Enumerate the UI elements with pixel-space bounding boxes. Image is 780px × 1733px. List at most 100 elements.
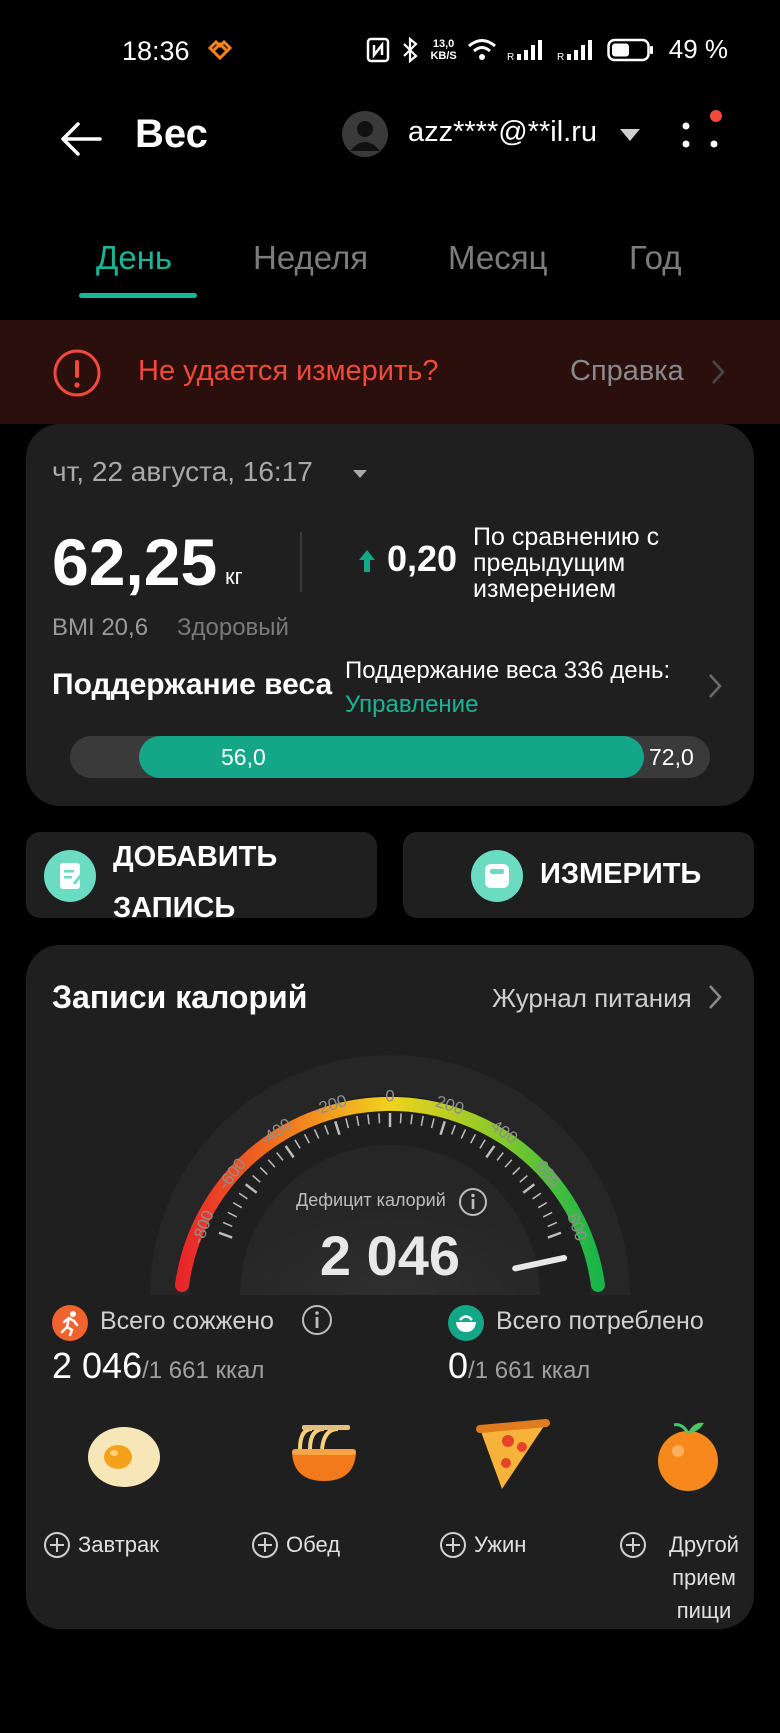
meal-other[interactable]: Другой прием пищи [620,1415,754,1623]
add-lunch[interactable]: Обед [252,1528,340,1561]
caret-down-icon[interactable] [352,469,368,479]
gauge-tick [532,1192,542,1200]
gauge-tick [267,1159,276,1168]
arrow-up-icon [359,550,375,572]
tab-day[interactable]: День [96,239,172,277]
meal-breakfast[interactable]: Завтрак [44,1415,224,1615]
gauge-tick [276,1152,284,1161]
weight-unit: кг [225,564,243,589]
calories-title: Записи калорий [52,979,308,1015]
compare-text: По сравнению с предыдущим измерением [473,523,660,603]
gauge-tick [496,1152,504,1161]
more-menu-icon[interactable] [676,106,726,156]
battery-percent: 49 % [668,34,728,64]
back-arrow-icon[interactable] [56,114,106,164]
svg-text:R: R [557,52,564,62]
net-speed-value: 13,0 [432,37,455,50]
bmi-status: Здоровый [177,614,289,641]
gauge-tick [244,1183,258,1194]
gauge-tick [252,1175,261,1183]
add-other-meal[interactable]: Другой прием пищи [620,1528,754,1627]
tab-underline [79,293,197,298]
gauge-tick [232,1201,243,1209]
plus-icon [440,1532,466,1558]
burned-target: /1 661 ккал [142,1357,265,1384]
tab-week[interactable]: Неделя [253,239,368,277]
meal-label: Завтрак [78,1532,159,1557]
gauge-tick [259,1166,268,1175]
plus-icon [44,1532,70,1558]
measure-button[interactable]: ИЗМЕРИТЬ [403,832,754,918]
weight-value: 62,25 [52,525,218,599]
measure-label: ИЗМЕРИТЬ [540,858,702,890]
consumed-label: Всего потреблено [496,1307,704,1335]
status-time: 18:36 [122,36,190,66]
deficit-value: 2 046 [319,1224,461,1287]
chevron-right-icon [712,360,725,384]
add-dinner[interactable]: Ужин [440,1528,526,1561]
measurement-date[interactable]: чт, 22 августа, 16:17 [52,456,313,488]
bluetooth-icon [403,36,419,63]
add-record-label: ДОБАВИТЬ ЗАПИСЬ [113,841,278,924]
net-speed: 13,0 KB/S [430,38,456,62]
goal-title: Поддержание веса [52,668,333,701]
info-icon[interactable] [458,1187,488,1217]
caret-down-icon[interactable] [619,128,641,142]
note-icon [44,850,96,902]
weight-delta: 0,20 [387,538,458,579]
consumed-target: /1 661 ккал [468,1357,591,1384]
gauge-tick [345,1118,350,1129]
add-breakfast[interactable]: Завтрак [44,1528,159,1561]
help-link[interactable]: Справка [570,355,684,388]
scale-icon [471,850,523,902]
gauge-tick [522,1183,536,1194]
gauge-tick [420,1115,424,1127]
gauge-label: 0 [385,1086,394,1105]
net-speed-unit: KB/S [430,49,457,62]
banner-text: Не удается измерить? [138,355,439,387]
gauge-tick [485,1145,496,1159]
gauge-tick [430,1118,435,1129]
food-journal-link[interactable]: Журнал питания [492,983,692,1014]
meal-dinner[interactable]: Ужин [440,1415,620,1615]
avatar[interactable] [342,111,388,157]
tab-month[interactable]: Месяц [448,239,547,277]
measure-warning-banner[interactable]: Не удается измерить? Справка [0,320,780,424]
gauge-tick [227,1211,238,1218]
gauge-tick [238,1192,248,1200]
meal-label: Другой прием пищи [669,1532,739,1623]
gauge-tick [450,1124,456,1135]
running-icon [52,1305,88,1341]
tab-year[interactable]: Год [629,239,682,277]
chevron-right-icon[interactable] [707,983,723,1011]
gauge-tick [537,1201,548,1209]
page-title: Вес [135,112,208,156]
meal-lunch[interactable]: Обед [252,1415,432,1615]
period-tabs: День Неделя Месяц Год [0,235,780,305]
user-icon [350,121,380,151]
gauge-tick [367,1114,370,1125]
account-selector[interactable]: azz****@**il.ru [408,116,597,149]
app-bar: Вес azz****@**il.ru [0,100,780,210]
healthy-range-fill: 56,0 72,0 [139,736,694,778]
svg-text:R: R [507,52,514,62]
add-record-button[interactable]: ДОБАВИТЬ ЗАПИСЬ [26,832,377,924]
battery-icon [606,38,653,61]
info-icon[interactable] [301,1304,333,1336]
deficit-label: Дефицит калорий [296,1190,446,1210]
orange-icon [658,1422,718,1491]
pizza-icon [476,1419,550,1489]
gauge-tick [399,1113,402,1124]
gauge-tick [378,1113,381,1124]
alert-icon [53,349,101,397]
gauge-tick [479,1139,486,1149]
gauge-tick [519,1175,528,1183]
plus-icon [252,1532,278,1558]
range-min: 56,0 [221,744,266,770]
gauge-tick [439,1121,446,1136]
plus-icon [620,1532,646,1558]
chevron-right-icon[interactable] [707,672,723,700]
gauge-tick [324,1124,330,1135]
manage-goal-link[interactable]: Управление [345,691,478,718]
goal-days-text: Поддержание веса 336 день: [345,657,671,684]
